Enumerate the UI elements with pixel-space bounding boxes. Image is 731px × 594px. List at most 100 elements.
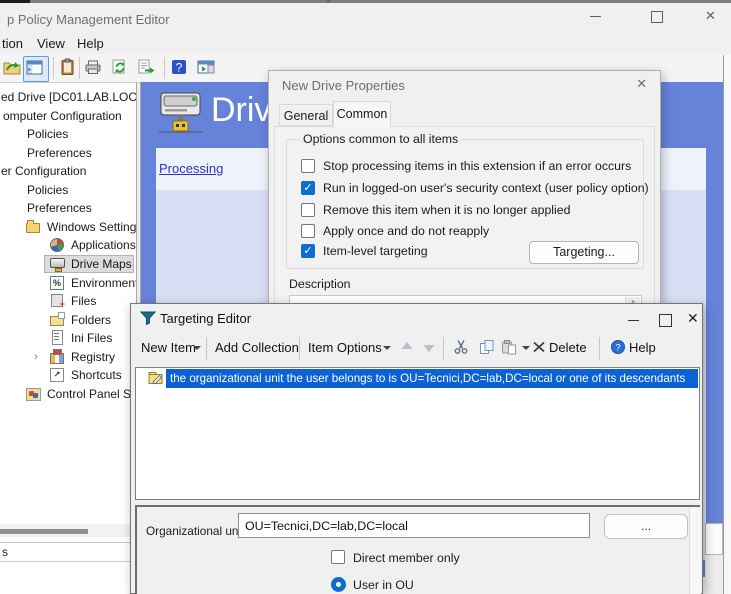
description-label: Description (289, 277, 351, 291)
clipboard-icon[interactable] (58, 58, 78, 78)
tree-item[interactable]: Policies (0, 181, 136, 199)
tree-item[interactable]: Shortcuts (0, 366, 136, 384)
status-bar-divider (0, 542, 130, 543)
drive-map-header-icon (157, 90, 205, 138)
action-pane-icon[interactable] (197, 58, 217, 78)
tree-item[interactable]: Drive Maps (0, 255, 136, 273)
ini-files-icon (50, 330, 65, 345)
user-in-ou-radio[interactable] (331, 577, 346, 592)
registry-icon (50, 349, 65, 364)
maximize-icon[interactable] (651, 11, 663, 23)
checkbox-checked[interactable] (301, 181, 315, 195)
processing-link[interactable]: Processing (159, 161, 223, 176)
tab-general[interactable]: General (279, 104, 333, 126)
toolbar-separator (299, 337, 300, 360)
toolbar-separator (164, 57, 165, 79)
forward-folder-icon[interactable] (3, 58, 23, 78)
tree-item-label: Drive Maps (71, 257, 132, 271)
pane-scroll-button[interactable] (705, 523, 723, 555)
tree-item-label: Control Panel Sett (47, 387, 137, 401)
tree-item[interactable]: Windows Settings (0, 218, 136, 236)
checkbox-checked[interactable] (301, 244, 315, 258)
organizational-unit-input[interactable] (238, 513, 590, 538)
checkbox-label: Apply once and do not reapply (323, 224, 489, 238)
targeting-item-list[interactable]: the organizational unit the user belongs… (135, 367, 700, 500)
help-button[interactable]: Help (629, 340, 656, 355)
panel-scrollbar[interactable] (689, 507, 701, 594)
browse-button[interactable]: ... (604, 514, 688, 539)
targeting-button[interactable]: Targeting... (529, 241, 639, 264)
chevron-down-icon[interactable] (383, 346, 391, 354)
tree-item[interactable]: Folders (0, 311, 136, 329)
menu-help[interactable]: Help (77, 36, 104, 51)
tree-item-label: Windows Settings (47, 220, 137, 234)
toolbar-separator (53, 57, 54, 79)
tree-item[interactable]: Control Panel Sett (0, 385, 136, 403)
checkbox-unchecked[interactable] (301, 203, 315, 217)
export-list-icon[interactable] (137, 58, 157, 78)
tree-item-label: Folders (71, 313, 111, 327)
minimize-icon[interactable] (590, 16, 601, 17)
tree-scrollbar-thumb[interactable] (0, 529, 88, 534)
tree-item[interactable]: Environment (0, 274, 136, 292)
up-arrow-icon[interactable] (399, 339, 415, 355)
dialog-title: New Drive Properties (282, 78, 405, 93)
tree-item[interactable]: Preferences (0, 199, 136, 217)
tree-item[interactable]: Ini Files (0, 329, 136, 347)
close-icon[interactable]: ✕ (705, 8, 716, 24)
menu-view[interactable]: View (37, 36, 65, 51)
menu-action[interactable]: tion (2, 36, 23, 51)
checkbox-label: Remove this item when it is no longer ap… (323, 203, 570, 217)
item-options-button[interactable]: Item Options (308, 340, 382, 355)
tree-item[interactable]: ›Registry (0, 348, 136, 366)
console-tree-button[interactable] (23, 56, 49, 82)
direct-member-only-label: Direct member only (353, 551, 460, 565)
tree-item[interactable]: Preferences (0, 144, 136, 162)
tree-item[interactable]: Applications (0, 236, 136, 254)
user-in-ou-label: User in OU (353, 578, 414, 592)
svg-text:?: ? (615, 343, 620, 353)
maximize-icon[interactable] (659, 314, 672, 327)
checkbox-label: Item-level targeting (323, 244, 428, 258)
selected-targeting-item[interactable]: the organizational unit the user belongs… (166, 369, 698, 388)
tree-item[interactable]: Files (0, 292, 136, 310)
add-collection-button[interactable]: Add Collection (215, 340, 299, 355)
tree-item[interactable]: Policies (0, 125, 136, 143)
status-bar-text: s (2, 545, 8, 559)
new-item-button[interactable]: New Item (141, 340, 196, 355)
checkbox-unchecked[interactable] (301, 159, 315, 173)
expander-chevron-icon[interactable]: › (34, 349, 38, 363)
paste-icon[interactable] (501, 339, 517, 355)
delete-button[interactable]: Delete (549, 340, 587, 355)
cut-icon[interactable] (453, 339, 469, 355)
minimize-icon[interactable] (628, 320, 639, 321)
down-arrow-icon[interactable] (421, 339, 437, 355)
files-icon (50, 293, 65, 308)
close-icon[interactable]: ✕ (687, 310, 699, 327)
tree-item-label: Policies (27, 183, 68, 197)
tree-item-label: Shortcuts (71, 368, 122, 382)
chevron-down-icon[interactable] (193, 346, 201, 354)
toolbar-separator (443, 337, 444, 360)
checkbox-unchecked[interactable] (301, 224, 315, 238)
environment-icon (50, 275, 65, 290)
help-icon[interactable]: ? (170, 58, 190, 78)
tree-item[interactable]: ed Drive [DC01.LAB.LOCA (0, 88, 136, 106)
organizational-unit-label: Organizational unit (146, 524, 244, 538)
tree-item-label: Ini Files (71, 331, 112, 345)
chevron-down-icon[interactable] (522, 346, 530, 354)
targeting-item-row[interactable]: the organizational unit the user belongs… (136, 369, 699, 388)
tree-item[interactable]: er Configuration (0, 162, 136, 180)
drive-maps-icon (50, 256, 65, 271)
tab-common[interactable]: Common (333, 101, 391, 127)
dialog-close-icon[interactable]: ✕ (636, 76, 647, 92)
delete-x-icon[interactable] (531, 339, 547, 355)
tree-item[interactable]: omputer Configuration (0, 107, 136, 125)
direct-member-only-checkbox[interactable] (331, 550, 345, 564)
group-box-label: Options common to all items (299, 132, 462, 146)
copy-icon[interactable] (479, 339, 495, 355)
menu-bar (0, 30, 731, 54)
help-circle-icon[interactable]: ? (610, 339, 626, 355)
refresh-icon[interactable] (111, 58, 131, 78)
printer-icon[interactable] (84, 58, 104, 78)
